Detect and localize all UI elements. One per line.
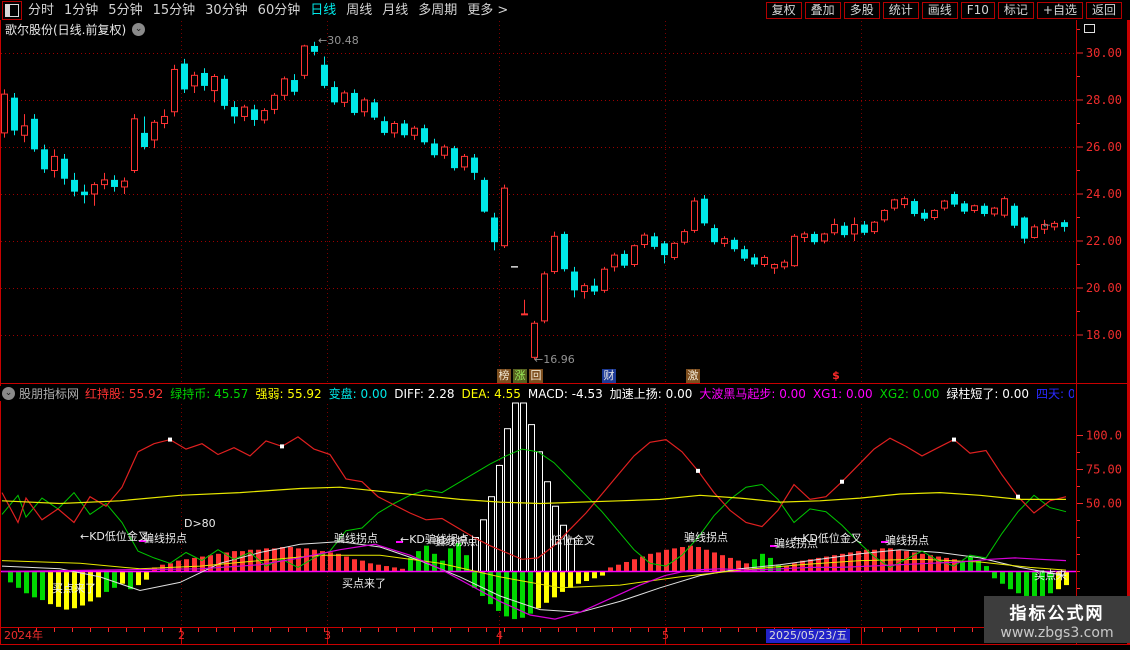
stock-title: 歌尔股份(日线.前复权) bbox=[5, 23, 127, 37]
date-highlight[interactable]: 2025/05/23/五 bbox=[766, 629, 851, 643]
svg-text:22.00: 22.00 bbox=[1086, 234, 1122, 248]
watermark-badge-$: $ bbox=[832, 369, 840, 382]
indicator-row[interactable]: ⌄ 股朋指标网 红持股: 55.92 绿持币: 45.57 强弱: 55.92 变盘: 0… bbox=[0, 386, 1074, 401]
bottom-strip bbox=[0, 645, 1130, 650]
lower-histogram bbox=[8, 402, 1069, 620]
svg-text:50.00: 50.00 bbox=[1086, 497, 1122, 511]
indicator-field: 绿持币: 45.57 bbox=[170, 387, 249, 401]
indicator-field: 红持股: 55.92 bbox=[85, 387, 164, 401]
toolbar-button-F10[interactable]: F10 bbox=[960, 1, 995, 19]
signal-label: 骗线拐点 bbox=[334, 532, 378, 545]
date-axis: 2024年 2 3 4 5 2025/05/23/五 bbox=[0, 628, 1130, 644]
indicator-field: DIFF: 2.28 bbox=[394, 386, 455, 401]
svg-text:75.00: 75.00 bbox=[1086, 463, 1122, 477]
period-tab-更多 >[interactable]: 更多 > bbox=[467, 1, 508, 20]
signal-label: 骗线拐点 bbox=[434, 535, 478, 548]
svg-text:30.00: 30.00 bbox=[1086, 46, 1122, 60]
signal-label: 买点来 bbox=[1034, 569, 1067, 582]
window-split-icon[interactable] bbox=[5, 3, 19, 17]
period-tab-日线[interactable]: 日线 bbox=[310, 1, 336, 20]
toolbar-button-多股[interactable]: 多股 bbox=[843, 1, 880, 19]
signal-label: ←KD低位金叉 bbox=[793, 532, 862, 545]
indicator-field: XG1: 0.00 bbox=[812, 386, 873, 401]
signal-label: 骗线拐点 bbox=[684, 531, 728, 544]
period-tab-60分钟[interactable]: 60分钟 bbox=[258, 1, 301, 20]
svg-text:24.00: 24.00 bbox=[1086, 187, 1122, 201]
signal-label: D>80 bbox=[184, 517, 216, 530]
high-price-marker: ←30.48 bbox=[318, 34, 359, 47]
indicator-field: 强弱: 55.92 bbox=[255, 387, 322, 401]
signal-label: ←KD低位金叉 bbox=[80, 530, 149, 543]
indicator-field: XG2: 0.00 bbox=[879, 386, 940, 401]
watermark-badge-回: 回 bbox=[529, 369, 543, 383]
period-tab-分时[interactable]: 分时 bbox=[28, 1, 54, 20]
watermark-badge-激: 激 bbox=[686, 369, 700, 383]
ch art-title-bar: 歌尔股份(日线.前复权) ⌄ bbox=[5, 21, 146, 38]
signal-label: 骗线拐点 bbox=[885, 534, 929, 547]
period-menu: 分时 1分钟 5分钟 15分钟 30分钟 60分钟 日线 周线 月线 多周期 更多 > bbox=[28, 1, 518, 20]
toolbar-button-叠加[interactable]: 叠加 bbox=[804, 1, 841, 19]
indicator-field: 大波黑马起步: 0.00 bbox=[699, 387, 806, 401]
app-window: 30.00 28.00 26.00 24.00 22.00 20.00 18.00 100.0… bbox=[0, 0, 1130, 650]
last-price-marker: ← bbox=[1043, 221, 1051, 231]
toolbar-button-画线[interactable]: 画线 bbox=[921, 1, 958, 19]
watermark-badge-财: 财 bbox=[602, 369, 616, 383]
svg-text:28.00: 28.00 bbox=[1086, 93, 1122, 107]
top-toolbar: 分时 1分钟 5分钟 15分钟 30分钟 60分钟 日线 周线 月线 多周期 更多 > 复权 叠加 多股… bbox=[0, 0, 1130, 20]
toolbar-button-+自选[interactable]: +自选 bbox=[1036, 1, 1083, 19]
period-tab-15分钟[interactable]: 15分钟 bbox=[153, 1, 196, 20]
indicator-field: MACD: -4.53 bbox=[527, 386, 603, 401]
indicator-source: ⌄ 股朋指标网 bbox=[2, 386, 79, 401]
period-tab-周线[interactable]: 周线 bbox=[346, 1, 372, 20]
period-tab-5分钟[interactable]: 5分钟 bbox=[108, 1, 142, 20]
watermark-box: 指标公式网 www.zbgs3.com bbox=[984, 596, 1130, 643]
date-label: 4 bbox=[496, 629, 503, 642]
signal-label: 买点来了 bbox=[342, 577, 386, 590]
chart-canvas[interactable]: 30.00 28.00 26.00 24.00 22.00 20.00 18.00 100.0… bbox=[0, 0, 1130, 650]
date-label: 2 bbox=[178, 629, 185, 642]
indicator-field: 绿柱短了: 0.00 bbox=[946, 387, 1029, 401]
indicator-field: 四天: 0.00 bbox=[1035, 387, 1074, 401]
date-label: 3 bbox=[324, 629, 331, 642]
indicator-field: 加速上扬: 0.00 bbox=[609, 387, 693, 401]
svg-text:20.00: 20.00 bbox=[1086, 281, 1122, 295]
period-tab-多周期[interactable]: 多周期 bbox=[418, 1, 457, 20]
svg-text:18.00: 18.00 bbox=[1086, 328, 1122, 342]
period-tab-1分钟[interactable]: 1分钟 bbox=[64, 1, 98, 20]
watermark-title: 指标公式网 bbox=[1009, 604, 1105, 624]
signal-label: 低位金叉 bbox=[551, 534, 595, 547]
watermark-badge-涨: 涨 bbox=[513, 369, 527, 383]
indicator-field: DEA: 4.55 bbox=[461, 386, 521, 401]
signal-label: 买点来了 bbox=[52, 582, 96, 595]
svg-text:26.00: 26.00 bbox=[1086, 140, 1122, 154]
toolbar-button-复权[interactable]: 复权 bbox=[765, 1, 802, 19]
date-label: 5 bbox=[662, 629, 669, 642]
indicator-source-label: 股朋指标网 bbox=[19, 387, 80, 401]
watermark-url: www.zbgs3.com bbox=[1000, 625, 1114, 641]
period-tab-月线[interactable]: 月线 bbox=[382, 1, 408, 20]
watermark-badge-榜: 榜 bbox=[497, 369, 511, 383]
chevron-down-icon[interactable]: ⌄ bbox=[2, 387, 15, 400]
signal-label: 骗线拐点 bbox=[143, 532, 187, 545]
low-price-marker: ←16.96 bbox=[534, 353, 575, 366]
toolbar-button-标记[interactable]: 标记 bbox=[997, 1, 1034, 19]
period-tab-30分钟[interactable]: 30分钟 bbox=[205, 1, 248, 20]
toolbar-button-返回[interactable]: 返回 bbox=[1085, 1, 1122, 19]
action-buttons: 复权 叠加 多股 统计 画线 F10 标记 +自选 返回 bbox=[763, 1, 1122, 19]
candles-layer bbox=[1, 41, 1068, 360]
date-label: 2024年 bbox=[4, 629, 43, 642]
chevron-down-icon[interactable]: ⌄ bbox=[132, 23, 146, 36]
indicator-field: 变盘: 0.00 bbox=[328, 387, 388, 401]
svg-text:100.0: 100.0 bbox=[1086, 429, 1122, 443]
panel-toggle-icon[interactable] bbox=[1084, 24, 1095, 33]
toolbar-button-统计[interactable]: 统计 bbox=[882, 1, 919, 19]
